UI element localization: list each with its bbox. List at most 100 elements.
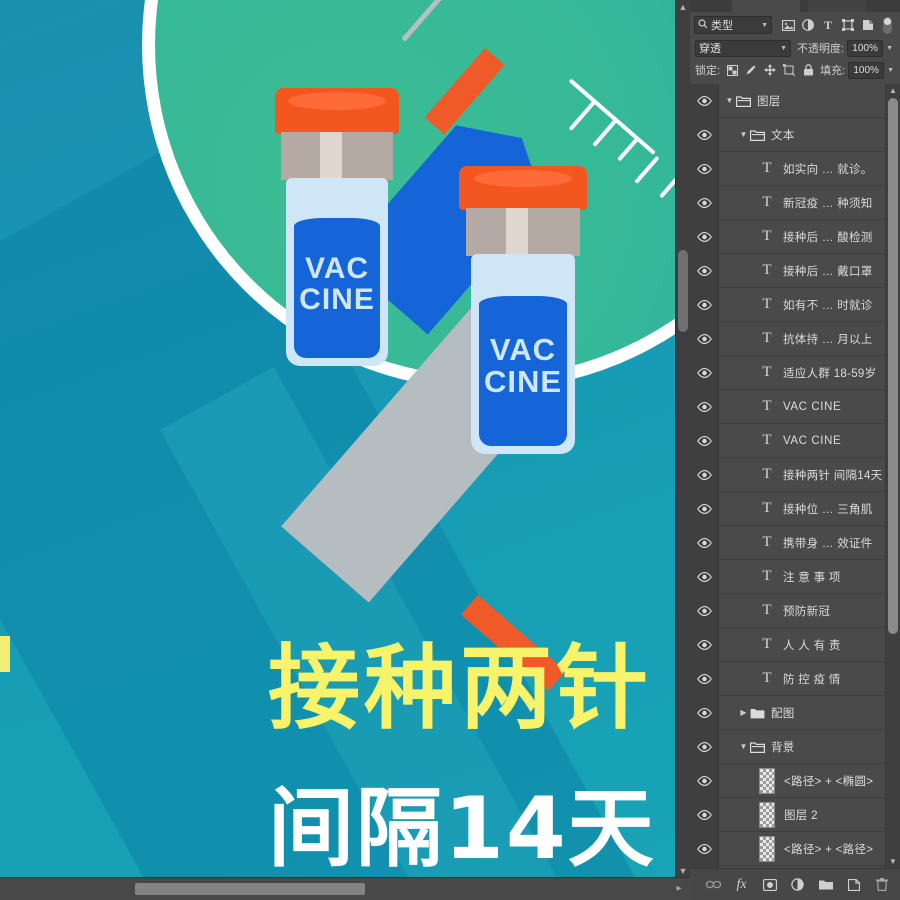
layer-row-body[interactable]: T 适应人群 18-59岁 <box>719 356 900 389</box>
layer-row-body[interactable]: T 接种位 … 三角肌 <box>719 492 900 525</box>
smartobject-filter-icon[interactable] <box>861 18 875 32</box>
layer-mask-icon[interactable] <box>762 877 777 892</box>
layer-row-body[interactable]: T 接种后 … 戴口罩 <box>719 254 900 287</box>
lock-position-icon[interactable] <box>764 64 777 76</box>
layer-row-body[interactable]: <路径> + <椭圆> <box>719 764 900 797</box>
adjustment-filter-icon[interactable] <box>801 18 815 32</box>
layer-row[interactable]: T防 控 疫 情 <box>690 662 900 696</box>
panel-tab-strip[interactable] <box>690 0 900 12</box>
layer-row[interactable]: T 适应人群 18-59岁 <box>690 356 900 390</box>
layer-row[interactable]: T 新冠疫 … 种须知 <box>690 186 900 220</box>
filter-kind-select[interactable]: 类型 ▼ <box>694 16 772 34</box>
layer-row[interactable]: T注 意 事 项 <box>690 560 900 594</box>
layer-visibility-toggle[interactable] <box>690 628 719 661</box>
artboard[interactable]: VAC CINE VAC CINE 接种两针 间隔14天 <box>0 0 676 878</box>
link-layers-icon[interactable] <box>706 877 721 892</box>
canvas-vertical-scrollbar[interactable]: ▲ ▼ <box>675 0 690 878</box>
layer-visibility-toggle[interactable] <box>690 322 719 355</box>
chevron-down-icon[interactable]: ▼ <box>780 45 787 52</box>
layer-row[interactable]: ▼ 文本 <box>690 118 900 152</box>
delete-layer-icon[interactable] <box>874 877 889 892</box>
layer-visibility-toggle[interactable] <box>690 764 719 797</box>
layer-visibility-toggle[interactable] <box>690 492 719 525</box>
new-layer-icon[interactable] <box>846 877 861 892</box>
lock-image-icon[interactable] <box>745 64 757 76</box>
layer-visibility-toggle[interactable] <box>690 798 719 831</box>
layer-visibility-toggle[interactable] <box>690 662 719 695</box>
layer-row[interactable]: ▼ 图层 <box>690 84 900 118</box>
layer-visibility-toggle[interactable] <box>690 390 719 423</box>
canvas-area[interactable]: VAC CINE VAC CINE 接种两针 间隔14天 ▲ ▼ ▸ <box>0 0 690 900</box>
layer-row[interactable]: T 如实向 … 就诊。 <box>690 152 900 186</box>
layer-row-body[interactable]: T 接种后 … 酸检测 <box>719 220 900 253</box>
layer-row-body[interactable]: T 如实向 … 就诊。 <box>719 152 900 185</box>
layer-row-body[interactable]: T VAC CINE <box>719 390 900 423</box>
layers-scroll-down-icon[interactable]: ▼ <box>886 855 900 868</box>
layer-row-body[interactable]: ▶ 配图 <box>719 696 900 729</box>
layer-style-fx-icon[interactable]: fx <box>734 877 749 892</box>
layers-panel-scrollbar[interactable]: ▲ ▼ <box>885 84 900 868</box>
layer-row-body[interactable]: T VAC CINE <box>719 424 900 457</box>
canvas-scroll-right-icon[interactable]: ▸ <box>672 878 686 900</box>
layer-row[interactable]: ▶ 配图 <box>690 696 900 730</box>
layer-row[interactable]: T VAC CINE <box>690 424 900 458</box>
layer-row[interactable]: T 接种后 … 戴口罩 <box>690 254 900 288</box>
opacity-value[interactable]: 100% <box>847 39 884 57</box>
layer-visibility-toggle[interactable] <box>690 288 719 321</box>
chevron-right-icon[interactable]: ▶ <box>737 708 750 717</box>
layer-row-body[interactable]: ▼ 背景 <box>719 730 900 763</box>
layer-visibility-toggle[interactable] <box>690 84 719 117</box>
chevron-down-icon[interactable]: ▼ <box>737 742 750 751</box>
fill-value[interactable]: 100% <box>848 61 885 79</box>
layer-visibility-toggle[interactable] <box>690 118 719 151</box>
layer-row[interactable]: T 接种两针 间隔14天 <box>690 458 900 492</box>
lock-transparent-icon[interactable] <box>726 64 738 76</box>
layer-row-body[interactable]: T 携带身 … 效证件 <box>719 526 900 559</box>
layer-visibility-toggle[interactable] <box>690 560 719 593</box>
layer-row[interactable]: T 接种后 … 酸检测 <box>690 220 900 254</box>
layer-visibility-toggle[interactable] <box>690 424 719 457</box>
layer-row-body[interactable]: 图层 2 <box>719 798 900 831</box>
layer-visibility-toggle[interactable] <box>690 594 719 627</box>
layer-visibility-toggle[interactable] <box>690 696 719 729</box>
type-filter-icon[interactable]: T <box>821 18 835 32</box>
panel-tab-active[interactable] <box>732 0 800 12</box>
layer-row[interactable]: T 预防新冠 <box>690 594 900 628</box>
opacity-chevron-down-icon[interactable]: ▼ <box>886 45 893 52</box>
layer-row[interactable]: T VAC CINE <box>690 390 900 424</box>
layer-row[interactable]: T人 人 有 责 <box>690 628 900 662</box>
canvas-scroll-down-icon[interactable]: ▼ <box>676 864 690 878</box>
canvas-horizontal-scrollbar[interactable]: ▸ <box>0 877 690 900</box>
new-group-icon[interactable] <box>818 877 833 892</box>
panel-tab-other[interactable] <box>808 0 866 12</box>
layer-visibility-toggle[interactable] <box>690 356 719 389</box>
layer-row[interactable]: T 携带身 … 效证件 <box>690 526 900 560</box>
canvas-scroll-up-icon[interactable]: ▲ <box>676 0 690 14</box>
layer-list[interactable]: ▼ 图层 ▼ 文本 T 如实向 … 就诊。 T 新冠疫 … 种须知 T 接种后 … 酸检测 T 接种后… <box>690 84 900 868</box>
layer-row-body[interactable]: T 接种两针 间隔14天 <box>719 458 900 491</box>
layer-visibility-toggle[interactable] <box>690 730 719 763</box>
layer-row-body[interactable]: T注 意 事 项 <box>719 560 900 593</box>
shape-filter-icon[interactable] <box>841 18 855 32</box>
blend-mode-select[interactable]: 穿透 ▼ <box>695 39 791 57</box>
layer-row-body[interactable]: T 如有不 … 时就诊 <box>719 288 900 321</box>
layer-visibility-toggle[interactable] <box>690 526 719 559</box>
layers-scroll-thumb[interactable] <box>888 98 898 634</box>
chevron-down-icon[interactable]: ▼ <box>723 96 736 105</box>
layer-row-body[interactable]: T 抗体持 … 月以上 <box>719 322 900 355</box>
layer-visibility-toggle[interactable] <box>690 220 719 253</box>
layer-row[interactable]: <路径> + <路径> <box>690 832 900 866</box>
adjustment-layer-icon[interactable] <box>790 877 805 892</box>
layer-visibility-toggle[interactable] <box>690 152 719 185</box>
layer-visibility-toggle[interactable] <box>690 832 719 865</box>
layer-row[interactable]: T 接种位 … 三角肌 <box>690 492 900 526</box>
canvas-vscroll-thumb[interactable] <box>678 250 688 332</box>
layer-row-body[interactable]: T人 人 有 责 <box>719 628 900 661</box>
layer-row[interactable]: T 如有不 … 时就诊 <box>690 288 900 322</box>
layer-visibility-toggle[interactable] <box>690 254 719 287</box>
layer-row[interactable]: 图层 2 <box>690 798 900 832</box>
image-filter-icon[interactable] <box>781 18 795 32</box>
canvas-hscroll-thumb[interactable] <box>135 883 365 895</box>
layers-scroll-up-icon[interactable]: ▲ <box>886 84 900 97</box>
layer-row[interactable]: <路径> + <椭圆> <box>690 764 900 798</box>
